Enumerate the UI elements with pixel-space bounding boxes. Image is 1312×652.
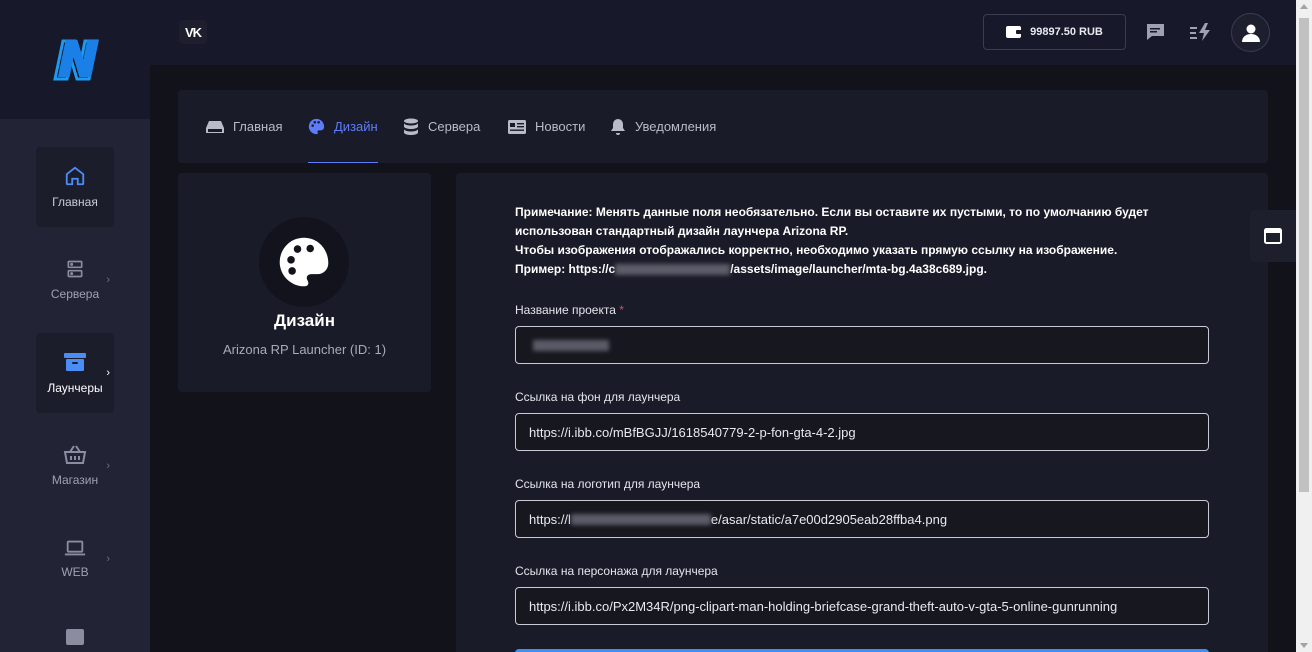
home-icon [65,166,85,186]
sidebar-item-servers[interactable]: Сервера › [36,240,114,320]
sidebar-item-web[interactable]: WEB › [36,519,114,599]
balance-amount: 99897.50 RUB [1030,26,1103,38]
note-line-2: Чтобы изображения отображались корректно… [515,243,1118,257]
bell-icon [611,118,625,135]
scrollbar-thumb[interactable] [1299,18,1309,492]
lightning-icon [1190,23,1210,41]
card-title: Дизайн [274,311,335,330]
sidebar-item-launchers[interactable]: Лаунчеры › [36,333,114,413]
window-icon [1264,228,1282,244]
tab-servers[interactable]: Сервера [403,90,480,163]
newspaper-icon [508,119,526,134]
field-value: https://i.ibb.co/mBfBGJJ/1618540779-2-p-… [529,424,856,440]
design-tabs: Главная Дизайн Сервера Новости Уведомлен… [178,90,1268,163]
laptop-icon [64,540,86,556]
character-url-input[interactable]: https://i.ibb.co/Px2M34R/png-clipart-man… [515,587,1209,625]
user-icon [1241,24,1260,42]
redacted-text [570,513,711,525]
project-name-input[interactable] [515,326,1209,364]
vk-link-button[interactable]: VK [179,20,207,44]
redacted-text [615,264,731,276]
basket-icon [63,445,87,464]
tab-label: Дизайн [334,119,378,134]
sidebar-item-label: Сервера [50,287,100,301]
redacted-text [533,339,609,351]
archive-box-icon [64,353,86,371]
design-summary-card: Дизайн Arizona RP Launcher (ID: 1) [178,173,431,392]
palette-icon [279,237,329,287]
scroll-up-arrow-icon[interactable] [1300,4,1308,9]
note-example: Пример: https://c/assets/image/launcher/… [515,260,1215,279]
sidebar-item-more-icon [66,629,84,645]
tab-notifications[interactable]: Уведомления [610,90,716,163]
chevron-right-icon: › [106,553,110,565]
field-value-prefix: https://l [529,511,571,527]
logo-url-label: Ссылка на логотип для лаунчера [515,477,701,491]
required-mark: * [619,303,624,317]
hdd-icon [206,120,224,133]
field-value-suffix: e/asar/static/a7e00d2905eab28ffba4.png [710,511,948,527]
wallet-icon [1006,26,1023,38]
user-avatar-button[interactable] [1231,13,1270,52]
database-icon [404,118,418,135]
quick-actions-button[interactable] [1189,20,1213,44]
messages-button[interactable] [1143,20,1167,44]
sidebar-item-label: Лаунчеры [47,381,103,395]
chevron-right-icon: › [106,460,110,472]
chat-icon [1146,24,1164,40]
note-example-prefix: Пример: https://c [515,262,616,276]
tab-label: Уведомления [635,119,717,134]
form-note: Примечание: Менять данные поля необязате… [515,203,1215,279]
layout-toggle-button[interactable] [1250,210,1296,262]
tab-news[interactable]: Новости [508,90,585,163]
tab-design[interactable]: Дизайн [308,90,378,163]
palette-icon [308,118,325,135]
background-url-label: Ссылка на фон для лаунчера [515,390,681,404]
design-form-card: Примечание: Менять данные поля необязате… [456,173,1268,652]
chevron-right-icon: › [106,367,110,379]
sidebar-item-label: Магазин [51,473,99,487]
field-label-text: Название проекта [515,303,616,317]
tab-label: Главная [233,119,283,134]
project-name-label: Название проекта * [515,303,624,317]
tab-label: Сервера [428,119,481,134]
chevron-right-icon: › [106,274,110,286]
tab-main[interactable]: Главная [206,90,282,163]
note-example-suffix: /assets/image/launcher/mta-bg.4a38c689.j… [730,262,987,276]
sidebar-item-home[interactable]: Главная [36,147,114,227]
brand-logo[interactable] [47,37,103,83]
character-url-label: Ссылка на персонажа для лаунчера [515,564,718,578]
note-line-1: Примечание: Менять данные поля необязате… [515,205,1149,238]
tab-label: Новости [535,119,586,134]
logo-area [0,0,150,119]
balance-button[interactable]: 99897.50 RUB [983,14,1126,50]
scroll-down-arrow-icon[interactable] [1300,643,1308,648]
sidebar-item-shop[interactable]: Магазин › [36,426,114,506]
sidebar-item-label: Главная [52,195,98,209]
field-value: https://i.ibb.co/Px2M34R/png-clipart-man… [529,598,1118,614]
server-icon [67,260,83,278]
sidebar: Главная Сервера › Лаунчеры › Магазин › W… [0,119,150,652]
design-badge [259,217,349,307]
card-subtitle: Arizona RP Launcher (ID: 1) [222,342,387,357]
sidebar-item-label: WEB [61,565,89,579]
top-bar: VK 99897.50 RUB [150,0,1296,65]
logo-url-input[interactable]: https://l e/asar/static/a7e00d2905eab28ff… [515,500,1209,538]
page-scrollbar[interactable] [1296,0,1312,652]
background-url-input[interactable]: https://i.ibb.co/mBfBGJJ/1618540779-2-p-… [515,413,1209,451]
